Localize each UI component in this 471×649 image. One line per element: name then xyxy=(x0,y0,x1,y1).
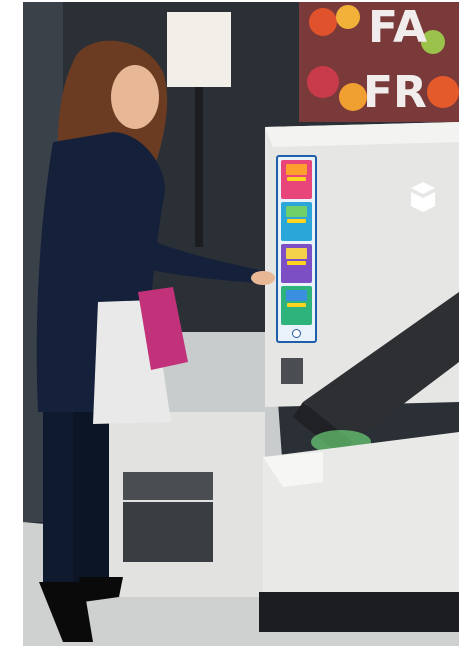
poster-text-line2: FR xyxy=(363,67,427,118)
face xyxy=(111,65,159,129)
photo-illustration: FA FR xyxy=(23,2,459,646)
tile-price-badge xyxy=(287,303,306,307)
tile-artwork xyxy=(285,164,308,175)
counter-panel xyxy=(123,502,213,562)
pointing-hand xyxy=(251,271,275,285)
tile-artwork xyxy=(285,206,308,217)
card-reader xyxy=(281,358,303,384)
lamp-shade xyxy=(167,12,231,87)
tile-price-badge xyxy=(287,261,306,265)
counter-slot xyxy=(123,472,213,500)
screen-tile[interactable] xyxy=(281,160,312,199)
screen-tile[interactable] xyxy=(281,244,312,283)
screen-home-button[interactable] xyxy=(292,328,301,338)
screen-tile[interactable] xyxy=(281,286,312,325)
leg-right xyxy=(73,412,109,582)
lamp-pole xyxy=(195,87,203,247)
kiosk-plinth xyxy=(259,592,459,632)
poster-text-line1: FA xyxy=(368,2,427,53)
tile-price-badge xyxy=(287,177,306,181)
tile-artwork xyxy=(285,248,308,259)
tile-price-badge xyxy=(287,219,306,223)
tile-artwork xyxy=(285,290,308,301)
kiosk-touchscreen[interactable] xyxy=(276,155,317,343)
screen-tile[interactable] xyxy=(281,202,312,241)
kiosk-photo: FA FR xyxy=(23,2,459,646)
screen-footer xyxy=(281,328,312,338)
